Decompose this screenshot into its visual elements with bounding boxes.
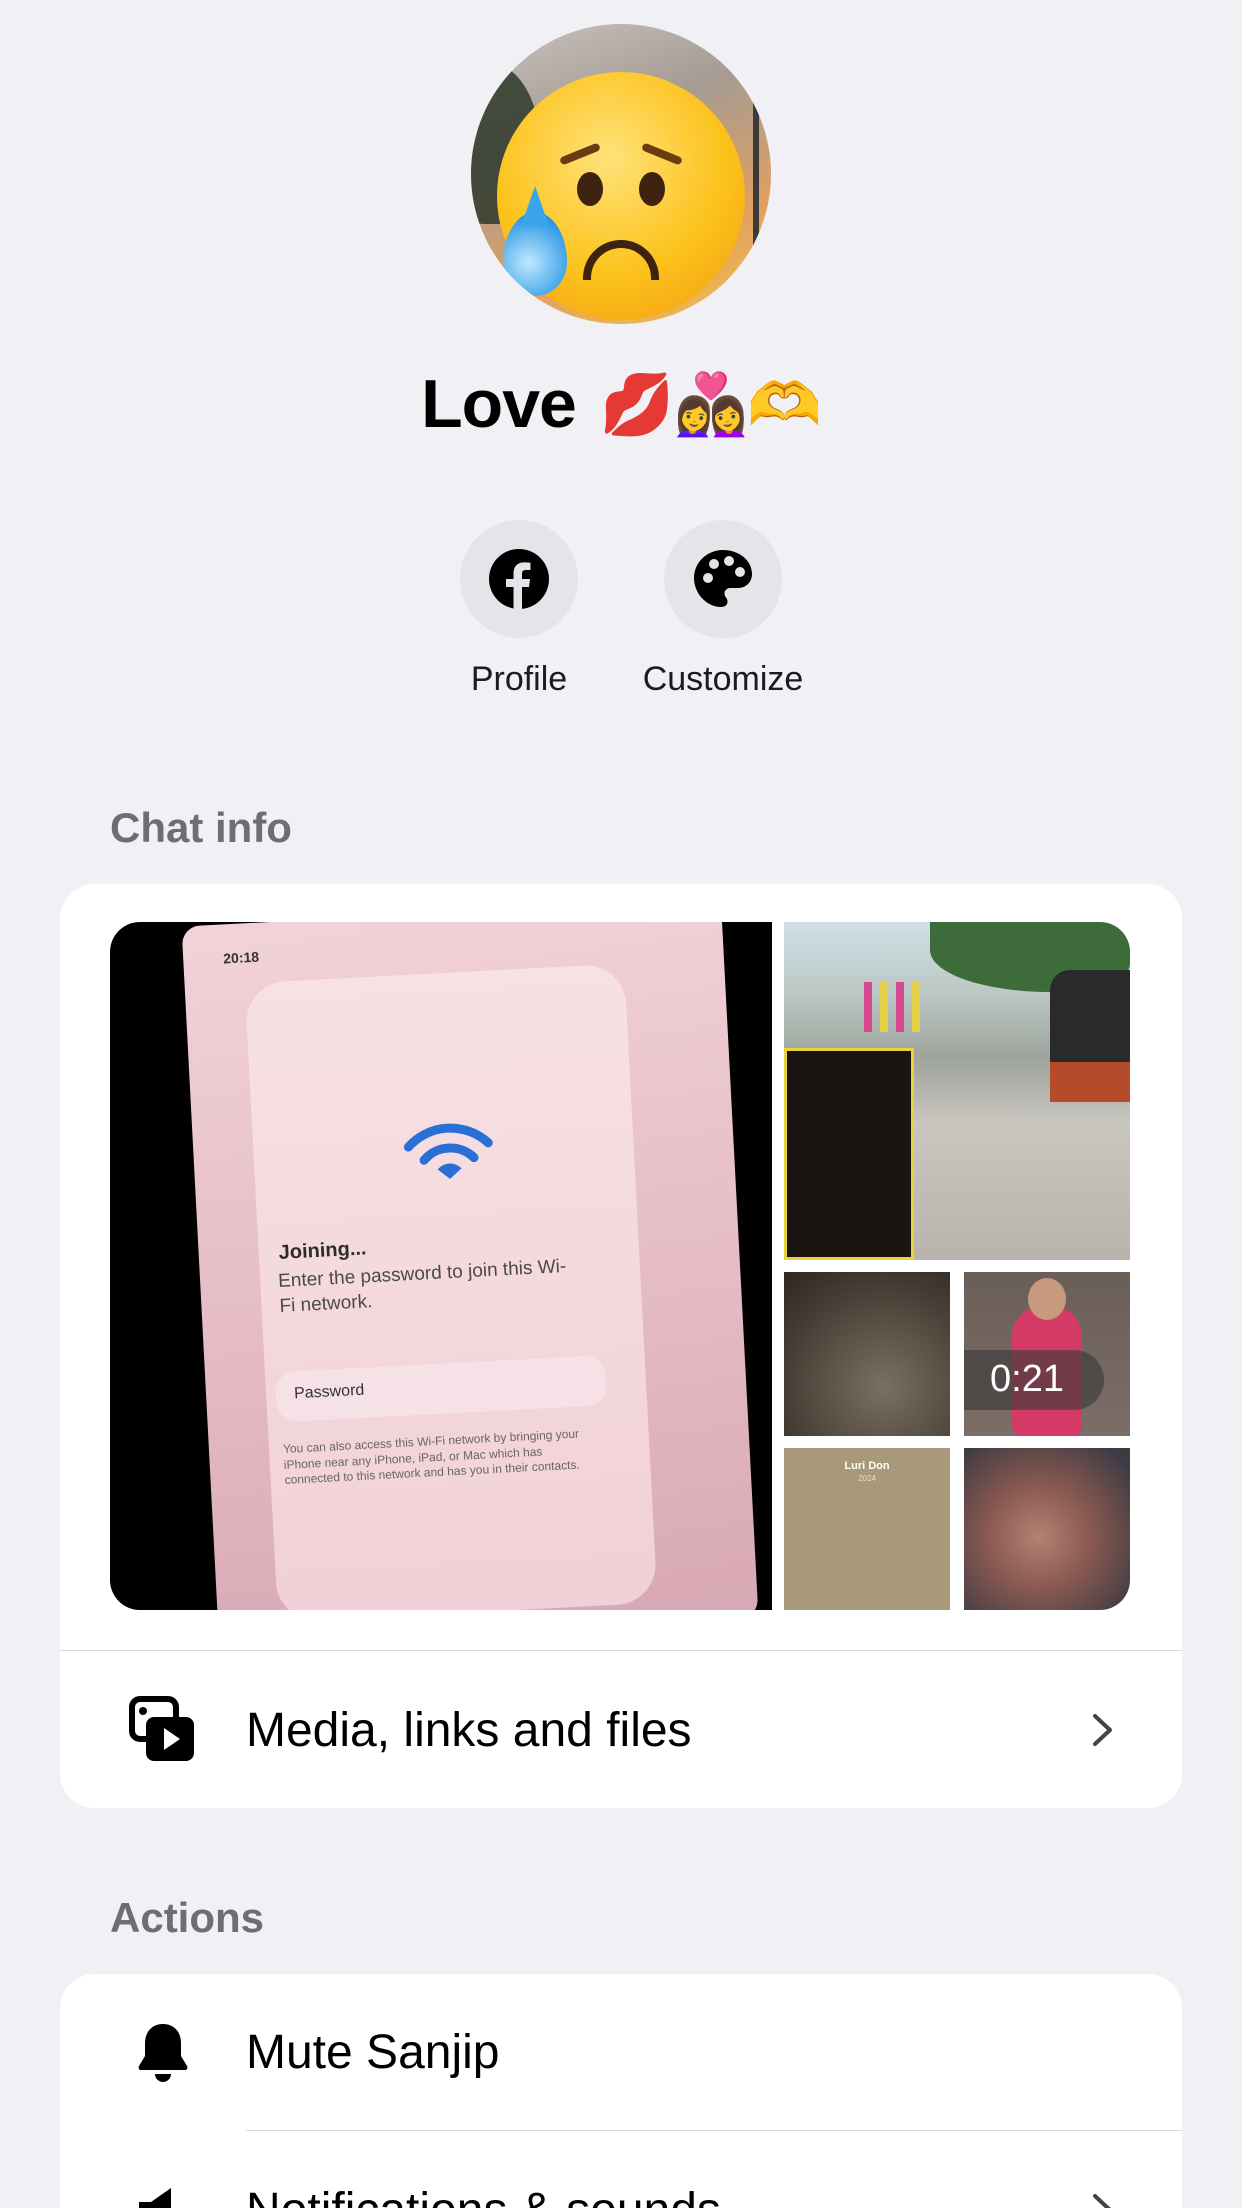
actions-card: Mute Sanjip Notifications & sounds [60, 1974, 1182, 2208]
media-links-files-label: Media, links and files [246, 1703, 692, 1757]
chat-title: Love 💋👩‍❤️‍👩🫶 [0, 360, 1242, 443]
chat-title-name: Love [421, 366, 577, 443]
notifications-sounds-row[interactable]: Notifications & sounds [60, 2132, 1182, 2208]
divider [246, 2130, 1182, 2131]
mute-row[interactable]: Mute Sanjip [60, 1974, 1182, 2130]
screenshot-time: 20:18 [222, 948, 260, 967]
profile-button-label: Profile [470, 660, 568, 698]
profile-button[interactable]: Profile [429, 520, 609, 699]
customize-button[interactable]: Customize [633, 520, 813, 699]
media-links-files-row[interactable]: Media, links and files [60, 1652, 1182, 1808]
chevron-right-icon [1093, 1714, 1112, 1746]
media-thumb-dark-room[interactable] [784, 1272, 950, 1436]
screenshot-wifi-sheet: Joining... Enter the password to join th… [244, 963, 658, 1610]
actions-section-title: Actions [110, 1894, 265, 1941]
wifi-icon [403, 1123, 493, 1179]
chat-info-card: 20:18 Joining... Enter the password to j… [60, 884, 1182, 1808]
customize-button-label: Customize [642, 660, 804, 698]
screenshot-password-field: Password [274, 1355, 608, 1423]
divider [60, 1650, 1182, 1651]
screenshot-body: Enter the password to join this Wi-Fi ne… [277, 1255, 567, 1317]
media-thumb-selfie[interactable] [964, 1448, 1130, 1610]
screenshot-note: You can also access this Wi-Fi network b… [282, 1426, 581, 1488]
media-thumb-story[interactable]: Luri Don 2024 [784, 1448, 950, 1610]
video-duration-badge: 0:21 [964, 1350, 1104, 1410]
profile-button-circle[interactable] [460, 520, 578, 638]
avatar-background-pole [753, 24, 759, 324]
chevron-right-icon [1093, 2194, 1111, 2208]
customize-button-circle[interactable] [664, 520, 782, 638]
screenshot-heading: Joining... [278, 1237, 367, 1264]
media-thumb-wifi-screenshot[interactable]: 20:18 Joining... Enter the password to j… [110, 922, 772, 1610]
story-caption: Luri Don [844, 1460, 890, 1472]
screenshot-phone: 20:18 Joining... Enter the password to j… [181, 922, 759, 1610]
sad-tear-emoji-icon [497, 72, 745, 320]
story-subcaption: 2024 [858, 1474, 876, 1483]
media-files-icon [118, 1685, 208, 1775]
media-thumb-street[interactable] [784, 922, 1130, 1260]
facebook-icon [489, 549, 549, 609]
bell-icon [118, 2007, 208, 2097]
palette-icon [694, 550, 752, 607]
mute-label: Mute Sanjip [246, 2025, 500, 2079]
media-thumb-video[interactable]: 0:21 [964, 1272, 1130, 1436]
notifications-sounds-label: Notifications & sounds [246, 2183, 1082, 2208]
profile-avatar[interactable] [471, 24, 771, 324]
chat-title-emoji: 💋👩‍❤️‍👩🫶 [599, 370, 822, 438]
chat-info-section-title: Chat info [110, 804, 292, 851]
speaker-icon [118, 2165, 208, 2208]
media-preview-grid: 20:18 Joining... Enter the password to j… [110, 922, 1130, 1610]
